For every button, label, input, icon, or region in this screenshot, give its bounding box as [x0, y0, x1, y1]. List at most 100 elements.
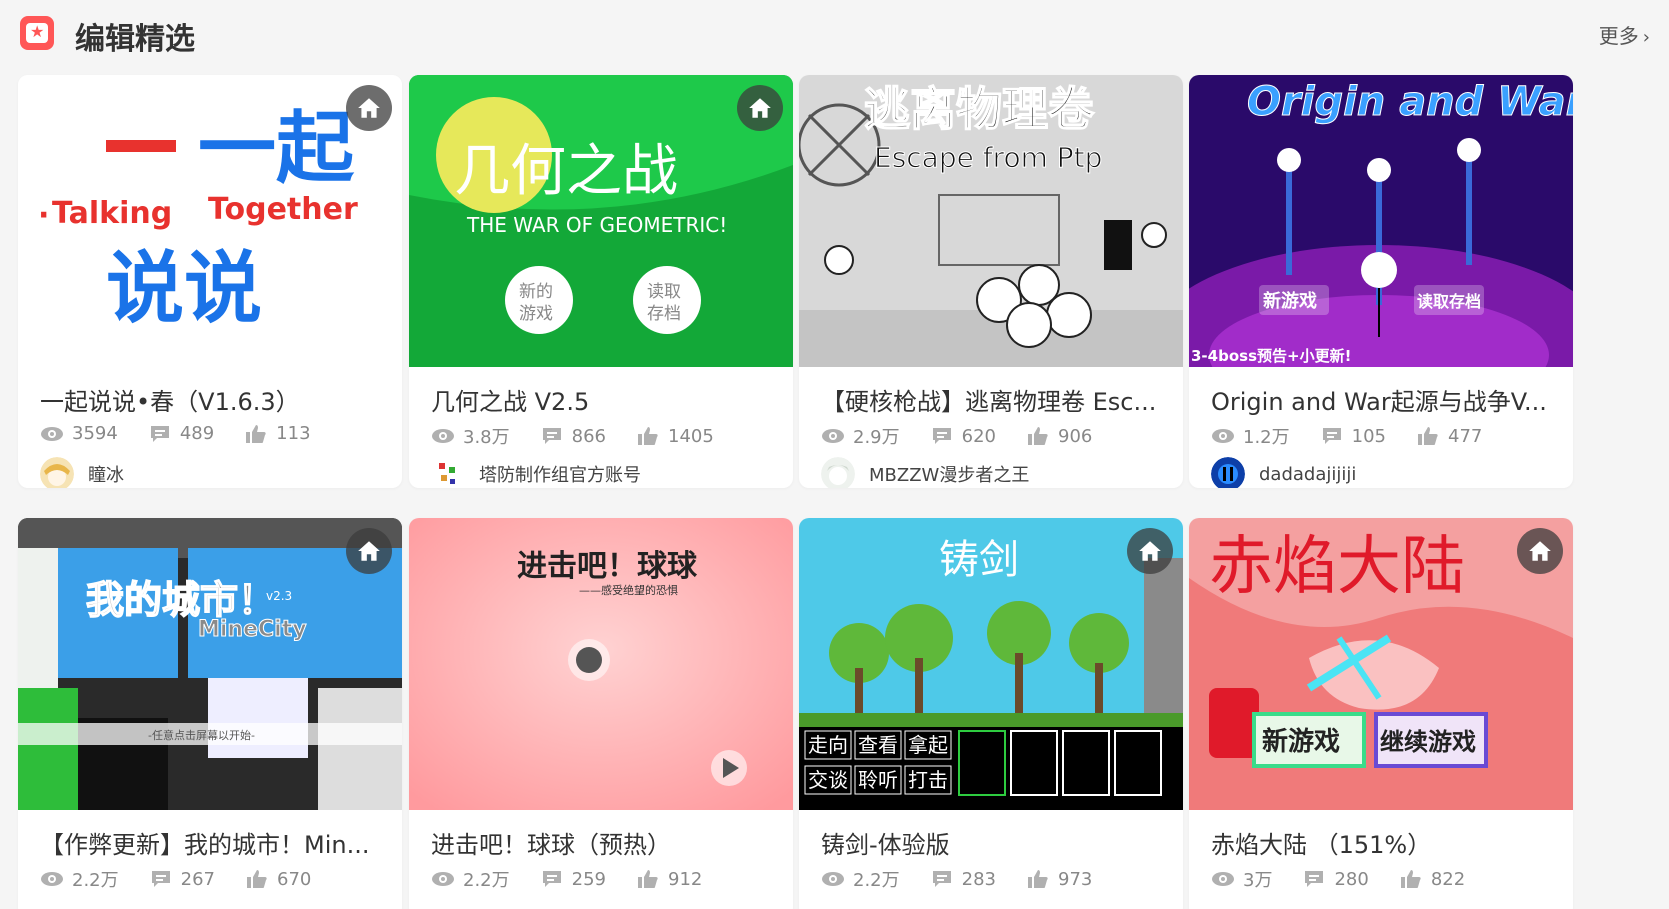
views-stat: 3594	[40, 423, 118, 444]
thumbs-up-icon	[1400, 870, 1421, 888]
views-stat: 2.9万	[821, 423, 900, 449]
views-count: 1.2万	[1243, 427, 1290, 448]
thumb-subtitle: Escape from Ptp	[874, 141, 1102, 174]
game-stats: 1.2万 105 477	[1211, 423, 1512, 449]
comments-stat: 259	[540, 866, 606, 892]
game-stats: 2.2万 283 973	[821, 866, 1122, 892]
home-icon[interactable]	[346, 85, 392, 131]
avatar	[40, 457, 74, 488]
game-title[interactable]: 几何之战 V2.5	[431, 382, 771, 417]
game-stats: 2.9万 620 906	[821, 423, 1122, 449]
likes-stat: 670	[245, 866, 311, 892]
comment-icon	[1322, 428, 1341, 444]
game-title[interactable]: 【硬核枪战】逃离物理卷 Esc...	[821, 382, 1161, 417]
game-thumbnail[interactable]: 赤焰大陆 新游戏 继续游戏	[1189, 518, 1573, 810]
home-icon[interactable]	[1127, 528, 1173, 574]
likes-stat: 113	[244, 423, 311, 444]
action-listen: 聆听	[858, 768, 898, 792]
game-title[interactable]: 一起说说•春（V1.6.3）	[40, 382, 380, 417]
editor-pick-icon	[20, 16, 54, 50]
game-card[interactable]: 进击吧！球球 ——感受绝望的恐惧 进击吧！球球（预热） 2.2万 259 912	[409, 518, 793, 909]
chevron-right-icon: ›	[1642, 27, 1650, 48]
author[interactable]: 瞳冰	[40, 457, 124, 488]
thumb-btn-left: 新游戏	[1263, 290, 1317, 312]
game-thumbnail[interactable]: 一起 · Talking Together 说说	[18, 75, 402, 367]
game-title[interactable]: 赤焰大陆 （151%）	[1211, 825, 1551, 860]
game-card[interactable]: 一起 · Talking Together 说说 一起说说•春（V1.6.3） …	[18, 75, 402, 488]
author-name: 塔防制作组官方账号	[479, 465, 641, 486]
game-card[interactable]: 赤焰大陆 新游戏 继续游戏 赤焰大陆 （151%） 3万 280 822	[1189, 518, 1573, 909]
thumb-title: 铸剑	[939, 537, 1019, 583]
home-icon[interactable]	[737, 85, 783, 131]
likes-count: 822	[1430, 868, 1466, 890]
thumb-title2: 说说	[106, 244, 262, 334]
game-stats: 3万 280 822	[1211, 866, 1495, 892]
thumbnail-art: 进击吧！球球 ——感受绝望的恐惧	[409, 518, 793, 810]
svg-text:游戏: 游戏	[519, 304, 553, 324]
author[interactable]: dadadajijiji	[1211, 457, 1356, 488]
author[interactable]: 塔防制作组官方账号	[431, 457, 641, 488]
thumb-title: 一起	[198, 104, 355, 194]
thumbs-up-icon	[638, 427, 658, 445]
game-card[interactable]: 逃离物理卷 Escape from Ptp 【硬核枪战】逃离物理卷 Esc...…	[799, 75, 1183, 488]
eye-icon	[432, 872, 454, 886]
game-thumbnail[interactable]: 铸剑 走向 查看 拿起 交谈 聆听 打击	[799, 518, 1183, 810]
game-card[interactable]: 我的城市！ v2.3 MineCity -任意点击屏幕以开始- 【作弊更新】我的…	[18, 518, 402, 909]
thumbnail-art: 铸剑 走向 查看 拿起 交谈 聆听 打击	[799, 518, 1183, 810]
more-link[interactable]: 更多 ›	[1599, 20, 1650, 49]
avatar	[436, 462, 460, 486]
views-count: 2.2万	[72, 870, 119, 891]
eye-icon	[1212, 429, 1234, 443]
game-card[interactable]: Origin and War 新游戏 读取存档 3-4boss预告+小更新! O…	[1189, 75, 1573, 488]
home-icon[interactable]	[346, 528, 392, 574]
likes-stat: 477	[1416, 423, 1482, 449]
game-title[interactable]: Origin and War起源与战争V...	[1211, 382, 1551, 417]
thumb-title: Origin and War	[1247, 79, 1573, 125]
likes-count: 670	[277, 868, 312, 890]
game-title[interactable]: 进击吧！球球（预热）	[431, 825, 771, 860]
thumb-title: 几何之战	[454, 139, 678, 204]
thumb-subtitle-right: Together	[208, 192, 358, 227]
section-title: 编辑精选	[75, 22, 195, 57]
thumbs-up-icon	[247, 870, 267, 888]
likes-count: 912	[668, 868, 703, 890]
home-icon[interactable]	[1517, 528, 1563, 574]
comments-count: 283	[961, 868, 996, 890]
game-thumbnail[interactable]: 逃离物理卷 Escape from Ptp	[799, 75, 1183, 367]
thumb-btn-right: 读取存档	[1417, 292, 1481, 311]
thumb-title: 进击吧！球球	[517, 549, 698, 584]
comments-stat: 280	[1302, 866, 1369, 892]
game-title[interactable]: 铸剑-体验版	[821, 825, 1161, 860]
author[interactable]: MBZZW漫步者之王	[821, 457, 1029, 488]
game-title[interactable]: 【作弊更新】我的城市！Min...	[40, 825, 380, 860]
comment-icon	[542, 428, 561, 444]
game-thumbnail[interactable]: 几何之战 THE WAR OF GEOMETRIC! 新的 游戏 读取 存档	[409, 75, 793, 367]
svg-text:·: ·	[38, 198, 49, 233]
game-thumbnail[interactable]: 我的城市！ v2.3 MineCity -任意点击屏幕以开始-	[18, 518, 402, 810]
avatar	[1211, 457, 1245, 488]
game-thumbnail[interactable]: 进击吧！球球 ——感受绝望的恐惧	[409, 518, 793, 810]
views-count: 2.2万	[463, 870, 510, 891]
game-thumbnail[interactable]: Origin and War 新游戏 读取存档 3-4boss预告+小更新!	[1189, 75, 1573, 367]
comments-stat: 489	[148, 423, 214, 444]
thumb-banner: 3-4boss预告+小更新!	[1191, 347, 1351, 365]
thumb-version: v2.3	[266, 589, 292, 603]
svg-text:读取: 读取	[647, 282, 681, 302]
eye-icon	[822, 429, 844, 443]
views-stat: 1.2万	[1211, 423, 1290, 449]
author-name: 瞳冰	[88, 465, 124, 486]
likes-count: 1405	[668, 425, 714, 447]
views-count: 3.8万	[463, 427, 510, 448]
views-count: 2.9万	[853, 427, 900, 448]
comment-icon	[150, 425, 169, 442]
comments-count: 866	[571, 425, 606, 447]
more-label: 更多	[1598, 24, 1639, 48]
game-card[interactable]: 几何之战 THE WAR OF GEOMETRIC! 新的 游戏 读取 存档 几…	[409, 75, 793, 488]
views-stat: 2.2万	[40, 866, 119, 892]
game-stats: 3.8万 866 1405	[431, 423, 744, 449]
game-card[interactable]: 铸剑 走向 查看 拿起 交谈 聆听 打击 铸剑-体验版 2.2万 283 973	[799, 518, 1183, 909]
thumbs-up-icon	[1028, 870, 1048, 888]
comment-icon	[932, 871, 951, 887]
action-walk: 走向	[808, 733, 848, 757]
action-pick: 拿起	[908, 733, 948, 757]
